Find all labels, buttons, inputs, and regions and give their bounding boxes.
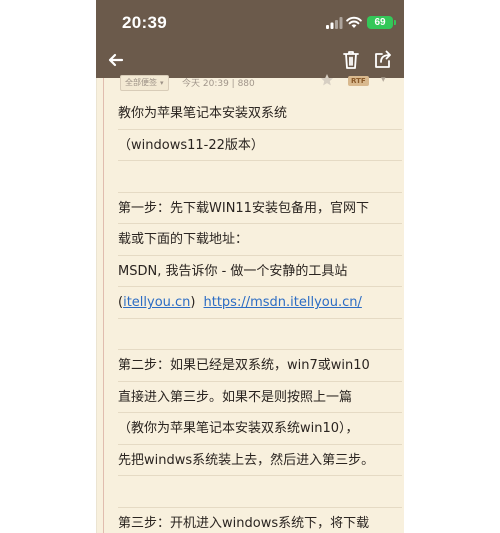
note-char-count: 880 (237, 79, 255, 89)
note-line[interactable]: 第一步：先下载WIN11安装包备用，官网下 (118, 193, 402, 224)
note-date: 今天 20:39 (182, 79, 229, 89)
note-timestamp: 今天 20:39 | 880 (182, 79, 255, 89)
chevron-down-icon[interactable]: ▾ (381, 75, 386, 85)
note-line[interactable]: 先把windws系统装上去，然后进入第三步。 (118, 445, 402, 476)
note-line[interactable]: 直接进入第三步。如果不是则按照上一篇 (118, 382, 402, 413)
cellular-signal-icon (326, 17, 343, 29)
url-link[interactable]: https://msdn.itellyou.cn/ (204, 295, 362, 310)
notebook-label: 全部便签 (125, 78, 157, 87)
notebook-caret-icon: ▾ (160, 79, 164, 87)
note-line-links[interactable]: (itellyou.cn) https://msdn.itellyou.cn/ (118, 287, 402, 319)
note-meta-row: 全部便签 ▾ 今天 20:39 | 880 RTF ▾ (96, 74, 404, 98)
site-link[interactable]: itellyou.cn (123, 295, 190, 310)
note-line[interactable]: （windows11-22版本） (118, 130, 402, 161)
note-line[interactable]: 教你为苹果笔记本安装双系统 (118, 98, 402, 130)
wifi-icon (346, 16, 362, 28)
app-header: 20:39 69 (96, 0, 404, 78)
status-bar: 20:39 69 (96, 0, 404, 44)
phone-screen: 20:39 69 全部便签 ▾ 今天 20:39 | 880 RTF ▾ 教你为… (96, 0, 404, 533)
note-paper: 全部便签 ▾ 今天 20:39 | 880 RTF ▾ 教你为苹果笔记本安装双系统… (96, 74, 404, 533)
note-line[interactable]: 载或下面的下载地址： (118, 224, 402, 256)
note-line[interactable] (118, 476, 402, 508)
note-toolbar (96, 44, 404, 78)
notebook-select[interactable]: 全部便签 ▾ (120, 75, 169, 91)
note-line[interactable]: 第三步：开机进入windows系统下，将下载 (118, 508, 402, 533)
note-line[interactable]: （教你为苹果笔记本安装双系统win10）， (118, 413, 402, 445)
note-line[interactable]: MSDN, 我告诉你 - 做一个安静的工具站 (118, 256, 402, 287)
battery-level: 69 (374, 17, 386, 28)
note-line[interactable]: 第二步：如果已经是双系统，win7或win10 (118, 350, 402, 382)
back-arrow-icon[interactable] (106, 50, 126, 70)
trash-icon[interactable] (341, 49, 361, 71)
paren-close: ) (190, 295, 196, 310)
status-time: 20:39 (122, 13, 167, 32)
rtf-badge: RTF (348, 76, 369, 86)
note-line[interactable] (118, 319, 402, 350)
share-icon[interactable] (373, 49, 393, 71)
star-icon[interactable] (320, 73, 334, 87)
battery-icon: 69 (367, 16, 396, 29)
note-line[interactable] (118, 161, 402, 193)
